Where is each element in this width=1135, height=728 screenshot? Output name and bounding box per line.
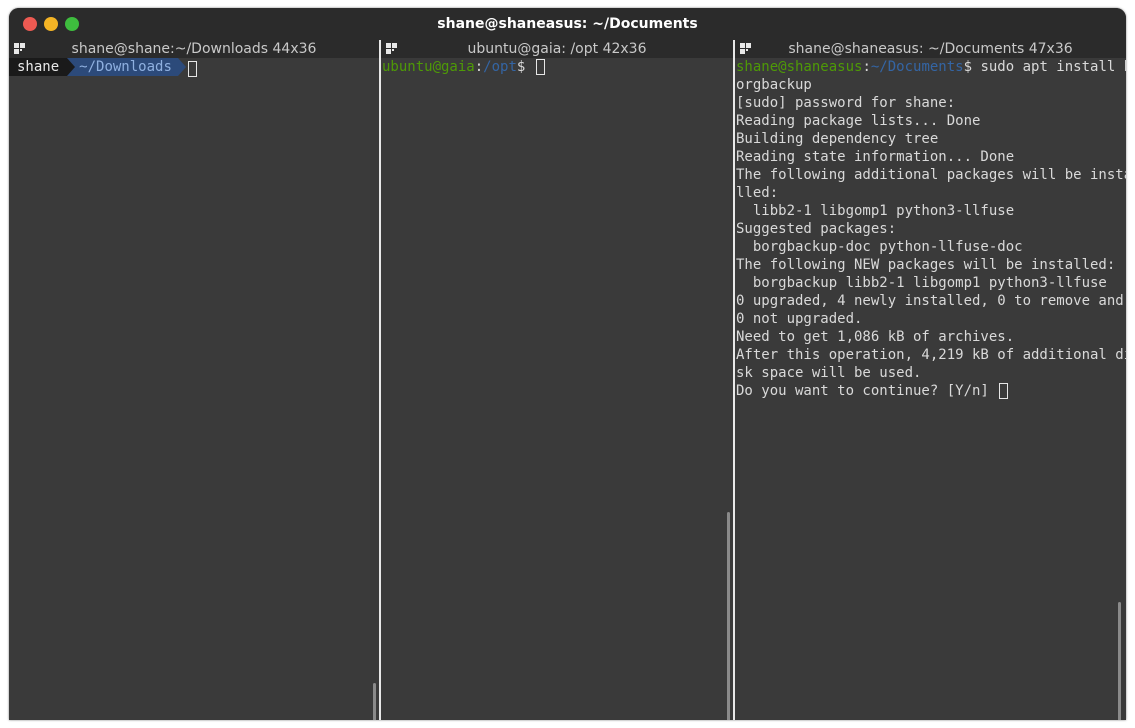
output-line: Building dependency tree [736, 131, 939, 147]
prompt-line: ubuntu@gaia:/opt$ [382, 58, 545, 76]
prompt-userhost: ubuntu@gaia [382, 59, 475, 75]
prompt-directory: /opt [483, 59, 517, 75]
prompt-end-icon [177, 58, 186, 76]
window-title: shane@shaneasus: ~/Documents [437, 16, 698, 32]
output-line: The following additional packages will b… [736, 167, 1126, 183]
scrollbar-thumb[interactable] [1118, 602, 1121, 720]
terminal-window: shane@shaneasus: ~/Documents shane@shane… [9, 8, 1126, 720]
pane-title: shane@shane:~/Downloads 44x36 [71, 41, 317, 57]
output-line: Need to get 1,086 kB of archives. [736, 329, 1015, 345]
output-line: 0 upgraded, 4 newly installed, 0 to remo… [736, 293, 1124, 309]
pane-title: ubuntu@gaia: /opt 42x36 [467, 41, 647, 57]
prompt-separator: : [862, 59, 871, 75]
continue-prompt: Do you want to continue? [Y/n] [736, 383, 998, 399]
terminal-pane-opt[interactable]: ubuntu@gaia: /opt 42x36 ubuntu@gaia:/opt… [381, 40, 733, 720]
prompt-symbol: $ [516, 59, 534, 75]
prompt-directory: ~/Downloads [75, 58, 178, 76]
command-line: shane@shaneasus:~/Documents$ sudo apt in… [736, 59, 1126, 75]
output-line: borgbackup libb2-1 libgomp1 python3-llfu… [736, 275, 1107, 291]
command-text: $ sudo apt install b [963, 59, 1126, 75]
continue-prompt-line: Do you want to continue? [Y/n] [736, 383, 1009, 399]
cursor-block [535, 59, 545, 75]
pane-header[interactable]: shane@shaneasus: ~/Documents 47x36 [735, 40, 1126, 58]
window-titlebar[interactable]: shane@shaneasus: ~/Documents [9, 8, 1126, 40]
powerline-prompt: shane ~/Downloads [9, 58, 197, 77]
output-line: Suggested packages: [736, 221, 897, 237]
prompt-separator-icon [67, 58, 76, 76]
prompt-user: shane [9, 58, 68, 76]
terminal-output[interactable]: shane@shaneasus:~/Documents$ sudo apt in… [735, 58, 1126, 720]
terminal-pane-downloads[interactable]: shane@shane:~/Downloads 44x36 shane ~/Dow… [9, 40, 379, 720]
output-line: Reading package lists... Done [736, 113, 981, 129]
terminal-output[interactable]: ubuntu@gaia:/opt$ [381, 58, 733, 720]
output-line: Reading state information... Done [736, 149, 1015, 165]
output-line: [sudo] password for shane: [736, 95, 956, 111]
terminal-text: shane@shaneasus:~/Documents$ sudo apt in… [736, 58, 1126, 400]
pane-title: shane@shaneasus: ~/Documents 47x36 [788, 41, 1073, 57]
output-line: After this operation, 4,219 kB of additi… [736, 347, 1126, 363]
output-line: 0 not upgraded. [736, 311, 863, 327]
output-line: sk space will be used. [736, 365, 922, 381]
cursor-block [999, 383, 1009, 399]
prompt-userhost: shane@shaneasus [736, 59, 863, 75]
output-line: borgbackup-doc python-llfuse-doc [736, 239, 1023, 255]
pane-header[interactable]: ubuntu@gaia: /opt 42x36 [381, 40, 733, 58]
cursor-block [187, 61, 197, 77]
prompt-directory: ~/Documents [870, 59, 964, 75]
prompt-separator: : [474, 59, 484, 75]
output-line: lled: [736, 185, 779, 201]
output-line: libb2-1 libgomp1 python3-llfuse [736, 203, 1015, 219]
terminal-output[interactable]: shane ~/Downloads [9, 58, 379, 720]
scrollbar-thumb[interactable] [727, 512, 730, 720]
scrollbar-thumb[interactable] [373, 683, 376, 720]
pane-header[interactable]: shane@shane:~/Downloads 44x36 [9, 40, 379, 58]
output-line: The following NEW packages will be insta… [736, 257, 1116, 273]
terminal-pane-documents[interactable]: shane@shaneasus: ~/Documents 47x36 shane… [735, 40, 1126, 720]
output-line: orgbackup [736, 77, 812, 93]
